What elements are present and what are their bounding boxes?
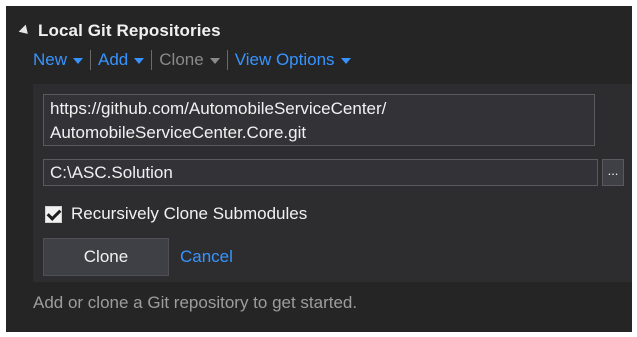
collapse-arrow-icon[interactable] bbox=[18, 24, 32, 38]
add-menu-label: Add bbox=[98, 50, 129, 69]
menu-separator bbox=[151, 50, 153, 70]
recursive-clone-option[interactable]: Recursively Clone Submodules bbox=[45, 203, 307, 225]
new-menu-label: New bbox=[33, 50, 68, 69]
new-menu[interactable]: New bbox=[33, 50, 84, 70]
section-title: Local Git Repositories bbox=[38, 21, 221, 40]
view-options-menu[interactable]: View Options bbox=[235, 50, 351, 70]
team-explorer-panel: Local Git Repositories New Add Clone Vie… bbox=[6, 6, 632, 332]
repository-url-line-1: https://github.com/AutomobileServiceCent… bbox=[50, 99, 387, 118]
section-header[interactable]: Local Git Repositories bbox=[18, 20, 221, 42]
chevron-down-icon bbox=[209, 58, 220, 64]
browse-button[interactable]: ... bbox=[602, 159, 624, 186]
add-menu[interactable]: Add bbox=[98, 50, 145, 70]
repository-url-line-2: AutomobileServiceCenter.Core.git bbox=[50, 123, 307, 142]
recursive-clone-label[interactable]: Recursively Clone Submodules bbox=[71, 204, 307, 224]
menu-separator bbox=[226, 50, 228, 70]
clone-repository-form: https://github.com/AutomobileServiceCent… bbox=[33, 84, 632, 282]
repository-url-input[interactable]: https://github.com/AutomobileServiceCent… bbox=[43, 94, 595, 146]
section-menu: New Add Clone View Options bbox=[33, 48, 351, 72]
clone-menu-label: Clone bbox=[159, 50, 204, 69]
menu-separator bbox=[90, 50, 92, 70]
chevron-down-icon bbox=[340, 58, 351, 64]
recursive-clone-checkbox[interactable] bbox=[45, 205, 62, 223]
chevron-down-icon bbox=[73, 58, 84, 64]
clone-button[interactable]: Clone bbox=[43, 238, 169, 276]
view-options-menu-label: View Options bbox=[234, 50, 335, 69]
empty-state-hint: Add or clone a Git repository to get sta… bbox=[33, 293, 358, 312]
local-path-input[interactable]: C:\ASC.Solution bbox=[43, 159, 598, 186]
chevron-down-icon bbox=[134, 58, 145, 64]
clone-menu[interactable]: Clone bbox=[159, 50, 220, 70]
cancel-link[interactable]: Cancel bbox=[180, 247, 233, 267]
